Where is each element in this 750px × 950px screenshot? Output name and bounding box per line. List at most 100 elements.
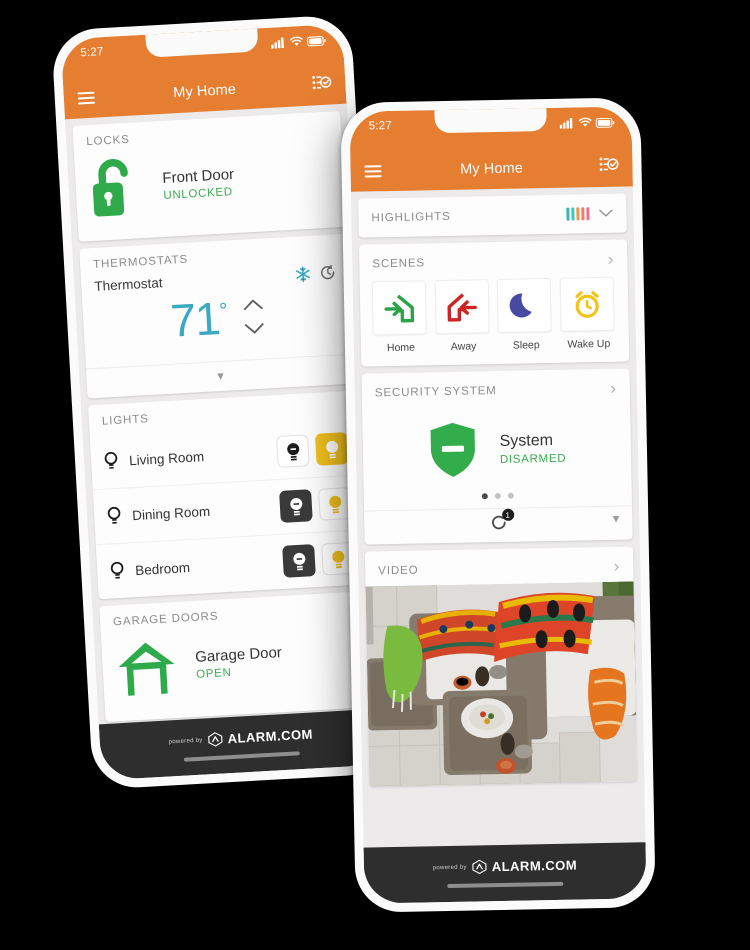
scene-wake-up[interactable]: Wake Up (559, 276, 617, 351)
front-navbar: My Home (350, 146, 633, 191)
chevron-right-icon[interactable]: › (608, 250, 615, 269)
garage-open-icon (118, 642, 175, 696)
snowflake-icon[interactable] (295, 266, 312, 283)
notch (434, 107, 547, 134)
highlights-header-row: HIGHLIGHTS (358, 193, 627, 237)
video-header-row: VIDEO › (365, 546, 634, 586)
phone-front-screen: 5:27 My Home HIGHLIGHTS SCENES › Home Aw… (349, 106, 647, 904)
light-off-button[interactable] (279, 489, 313, 523)
security-state: DISARMED (499, 452, 567, 466)
brand-lockup: powered by ALARM.COM (168, 726, 313, 749)
battery-icon (306, 35, 326, 46)
highlights-header: HIGHLIGHTS (371, 210, 451, 224)
light-name: Bedroom (134, 559, 191, 578)
phone-back-screen: 5:27 My Home LOCKS Front Door UNLOCKED T… (60, 23, 384, 781)
front-header: 5:27 My Home (349, 106, 633, 192)
scene-tile (559, 276, 615, 332)
mockup-stage: 5:27 My Home LOCKS Front Door UNLOCKED T… (0, 0, 750, 950)
card-thermostats: THERMOSTATS Thermostat 71° ▾ (79, 233, 356, 399)
front-content: HIGHLIGHTS SCENES › Home Away Sleep Wake… (350, 186, 645, 787)
scene-label: Home (386, 341, 416, 355)
light-off-button[interactable] (275, 434, 310, 468)
security-name: System (499, 431, 554, 450)
page-title: My Home (172, 81, 237, 102)
scenes-header: SCENES (372, 256, 426, 270)
alarm-clock-icon (575, 291, 599, 318)
card-security-system: SECURITY SYSTEM › System DISARMED 1 ▾ (361, 368, 633, 545)
phone-front: 5:27 My Home HIGHLIGHTS SCENES › Home Aw… (340, 97, 656, 913)
chevron-right-icon[interactable]: › (610, 379, 617, 398)
scene-label: Wake Up (567, 337, 611, 351)
brand-name: ALARM.COM (491, 857, 578, 875)
video-header: VIDEO (378, 564, 419, 577)
scene-sleep[interactable]: Sleep (496, 277, 554, 352)
page-title: My Home (460, 160, 524, 178)
phone-back: 5:27 My Home LOCKS Front Door UNLOCKED T… (51, 14, 393, 790)
brand-lockup: powered by ALARM.COM (433, 858, 578, 876)
badge-count: 1 (501, 508, 514, 521)
security-status[interactable]: System DISARMED (362, 403, 632, 490)
bulb-outline-icon (104, 451, 118, 469)
lights-list: Living Room Dining Room Bedroom (90, 420, 367, 600)
battery-icon (595, 117, 615, 128)
lock-row-front-door[interactable]: Front Door UNLOCKED (74, 141, 346, 242)
cellular-signal-icon (271, 37, 284, 49)
status-time: 5:27 (79, 46, 104, 60)
dot[interactable] (494, 492, 501, 500)
garage-state: OPEN (195, 666, 232, 681)
shield-disarmed-icon (430, 422, 475, 477)
card-garage-doors: GARAGE DOORS Garage Door OPEN (99, 591, 374, 722)
light-name: Dining Room (131, 503, 211, 523)
thermostat-temperature: 71° (169, 292, 228, 347)
status-time: 5:27 (368, 119, 393, 133)
activity-checklist-icon[interactable] (312, 73, 332, 96)
card-scenes: SCENES › Home Away Sleep Wake Up (358, 239, 630, 367)
back-header: 5:27 My Home (60, 23, 347, 120)
hamburger-menu-icon[interactable] (77, 89, 96, 108)
light-on-button[interactable] (314, 432, 349, 466)
powered-by-label: powered by (432, 864, 467, 871)
clock-reset-icon[interactable] (320, 264, 337, 281)
scene-label: Sleep (512, 339, 540, 352)
home-indicator[interactable] (183, 751, 300, 762)
arrow-into-house-icon (384, 294, 415, 323)
bulb-outline-icon (107, 506, 121, 524)
cellular-signal-icon (559, 118, 573, 129)
scene-label: Away (450, 340, 477, 353)
scene-tile (496, 277, 552, 333)
chevron-down-icon[interactable] (598, 209, 613, 218)
garage-name: Garage Door (194, 644, 283, 666)
video-thumbnail[interactable] (365, 581, 638, 787)
scene-home[interactable]: Home (371, 280, 429, 355)
scene-away[interactable]: Away (434, 279, 491, 353)
card-locks: LOCKS Front Door UNLOCKED (72, 110, 347, 242)
chevron-down-icon: ▾ (216, 367, 225, 384)
hamburger-menu-icon[interactable] (364, 162, 382, 180)
open-padlock-icon (92, 159, 128, 217)
refresh-icon[interactable]: 1 (490, 508, 514, 536)
chevron-up-icon[interactable] (242, 297, 264, 311)
garage-row[interactable]: Garage Door OPEN (101, 621, 373, 722)
light-name: Living Room (128, 448, 205, 468)
light-off-button[interactable] (282, 544, 316, 578)
lock-state: UNLOCKED (163, 186, 234, 202)
scenes-list: Home Away Sleep Wake Up (360, 274, 630, 366)
brand-name: ALARM.COM (227, 726, 314, 747)
dot[interactable] (507, 492, 514, 499)
chevron-down-icon[interactable]: ▾ (613, 511, 620, 526)
light-on-button[interactable] (317, 486, 352, 521)
card-highlights[interactable]: HIGHLIGHTS (358, 193, 627, 238)
activity-checklist-icon[interactable] (599, 156, 619, 178)
dot[interactable] (481, 493, 488, 500)
powered-by-label: powered by (168, 737, 203, 746)
home-indicator[interactable] (447, 881, 564, 889)
wifi-icon (578, 117, 592, 127)
chevron-down-icon[interactable] (243, 321, 265, 335)
crescent-moon-icon (509, 293, 533, 318)
chevron-right-icon[interactable]: › (613, 557, 620, 576)
wifi-icon (289, 36, 303, 46)
back-content: LOCKS Front Door UNLOCKED THERMOSTATS Th… (64, 103, 381, 723)
bar-chart-icon (566, 207, 590, 221)
security-refresh-row[interactable]: 1 ▾ (364, 505, 633, 545)
card-video: VIDEO › (364, 546, 638, 787)
